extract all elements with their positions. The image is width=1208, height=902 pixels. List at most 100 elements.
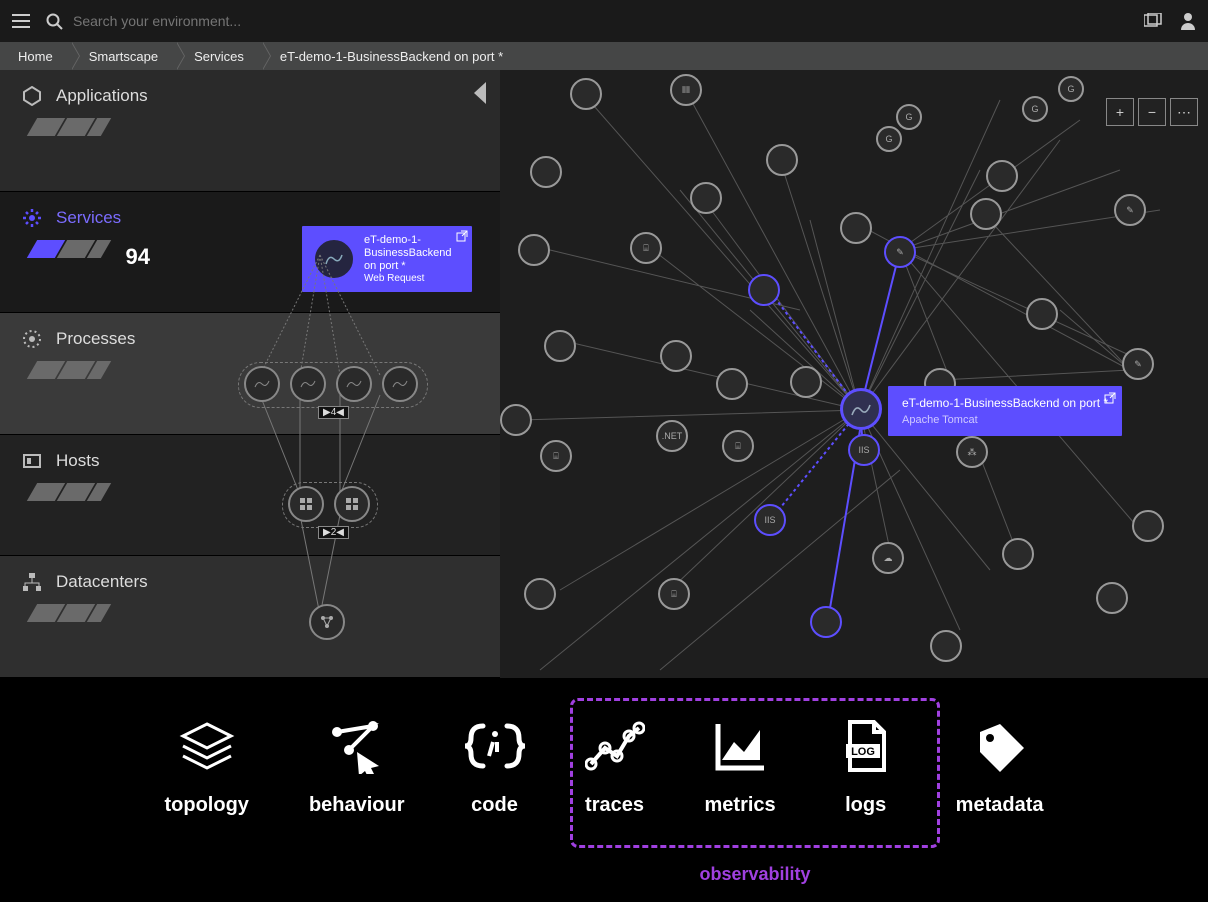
layer-services[interactable]: Services 94 eT-demo-1-BusinessBackend on…	[0, 192, 500, 314]
graph-node-tomcat[interactable]	[1026, 298, 1058, 330]
dock-logs[interactable]: LOG logs	[836, 718, 896, 817]
graph-node-g[interactable]: G	[876, 126, 902, 152]
graph-node-iis-highlight[interactable]: IIS	[848, 434, 880, 466]
graph-node-tomcat[interactable]	[766, 144, 798, 176]
breadcrumb-home[interactable]: Home	[0, 42, 71, 70]
collapse-arrow-icon[interactable]	[474, 82, 486, 104]
dock-behaviour[interactable]: behaviour	[309, 718, 405, 817]
graph-node-highlight[interactable]: ✎	[884, 236, 916, 268]
graph-node-tomcat[interactable]	[530, 156, 562, 188]
dock-label: code	[471, 794, 518, 817]
process-count-badge: ▶4◀	[318, 406, 349, 419]
dock-label: topology	[165, 794, 249, 817]
graph-node-selected[interactable]	[840, 388, 882, 430]
graph-node-g[interactable]: G	[896, 104, 922, 130]
graph-node[interactable]	[500, 404, 532, 436]
graph-node-db[interactable]: ⌸	[722, 430, 754, 462]
graph-node-tomcat[interactable]	[1132, 510, 1164, 542]
dock-metrics[interactable]: metrics	[705, 718, 776, 817]
dock-topology[interactable]: topology	[165, 718, 249, 817]
code-icon	[465, 718, 525, 774]
graph-node-tomcat[interactable]	[986, 160, 1018, 192]
graph-node-cloud[interactable]: ☁	[872, 542, 904, 574]
graph-node-tomcat-highlight[interactable]	[810, 606, 842, 638]
tooltip-title: eT-demo-1-BusinessBackend on port *	[902, 396, 1108, 410]
graph-node-tomcat-highlight[interactable]	[748, 274, 780, 306]
graph-node[interactable]: ✎	[1122, 348, 1154, 380]
dock-label: metrics	[705, 794, 776, 817]
graph-node-tomcat[interactable]	[716, 368, 748, 400]
graph-node-db[interactable]: ⌸	[540, 440, 572, 472]
layer-count: 94	[126, 244, 150, 270]
tooltip-subtitle: Apache Tomcat	[902, 414, 1108, 426]
breadcrumb-smartscape[interactable]: Smartscape	[71, 42, 176, 70]
process-node[interactable]	[244, 366, 280, 402]
gear-icon	[22, 208, 42, 228]
graph-node-tomcat[interactable]	[518, 234, 550, 266]
layer-label: Applications	[56, 86, 148, 106]
layer-datacenters[interactable]: Datacenters	[0, 556, 500, 678]
dock-label: traces	[585, 794, 644, 817]
bottom-dock: topology behaviour code traces metrics L…	[0, 678, 1208, 902]
process-node[interactable]	[336, 366, 372, 402]
process-icon	[22, 329, 42, 349]
dock-code[interactable]: code	[465, 718, 525, 817]
layer-label: Hosts	[56, 451, 99, 471]
chart-icon	[710, 718, 770, 774]
layers-icon	[177, 718, 237, 774]
menu-icon[interactable]	[12, 14, 30, 28]
graph-node-tomcat[interactable]	[524, 578, 556, 610]
log-file-icon: LOG	[836, 718, 896, 774]
host-icon	[22, 451, 42, 471]
user-icon[interactable]	[1180, 12, 1196, 30]
zoom-out-button[interactable]: −	[1138, 98, 1166, 126]
layer-label: Datacenters	[56, 572, 148, 592]
graph-node-tomcat[interactable]	[660, 340, 692, 372]
graph-node-tomcat[interactable]	[790, 366, 822, 398]
graph-node[interactable]: ✎	[1114, 194, 1146, 226]
open-icon[interactable]	[1104, 392, 1116, 404]
host-node[interactable]	[334, 486, 370, 522]
graph-node-tomcat[interactable]	[690, 182, 722, 214]
zoom-in-button[interactable]: +	[1106, 98, 1134, 126]
breadcrumb-services[interactable]: Services	[176, 42, 262, 70]
graph-node-tomcat[interactable]	[840, 212, 872, 244]
process-node[interactable]	[290, 366, 326, 402]
layer-stripe	[27, 483, 147, 501]
topology-graph[interactable]: ⦀⦀ ⌸ ⌸ ⌸ .NET ⌸ IIS ☁ ⁂ ✎ ✎ ✎ IIS G G	[500, 70, 1208, 678]
search-icon[interactable]	[46, 13, 63, 30]
search-input[interactable]	[73, 13, 1128, 29]
dock-metadata[interactable]: metadata	[956, 718, 1044, 817]
layer-hosts[interactable]: Hosts	[0, 435, 500, 557]
datacenter-node[interactable]	[309, 604, 345, 640]
process-node[interactable]	[382, 366, 418, 402]
graph-node-iis-highlight[interactable]: IIS	[754, 504, 786, 536]
graph-node-tomcat[interactable]	[970, 198, 1002, 230]
layer-applications[interactable]: Applications	[0, 70, 500, 192]
topbar	[0, 0, 1208, 42]
tooltip-subtitle: Web Request	[364, 273, 462, 284]
layer-stripe	[27, 604, 147, 622]
dock-traces[interactable]: traces	[585, 718, 645, 817]
host-node[interactable]	[288, 486, 324, 522]
graph-node[interactable]: ⁂	[956, 436, 988, 468]
graph-node[interactable]: ⦀⦀	[670, 74, 702, 106]
graph-node-tomcat[interactable]	[1002, 538, 1034, 570]
graph-node-tomcat[interactable]	[544, 330, 576, 362]
open-icon[interactable]	[456, 230, 468, 242]
layer-label: Processes	[56, 329, 135, 349]
dock-label: logs	[845, 794, 886, 817]
breadcrumb-current[interactable]: eT-demo-1-BusinessBackend on port *	[262, 42, 521, 70]
graph-node-db[interactable]: ⌸	[658, 578, 690, 610]
dashboards-icon[interactable]	[1144, 13, 1162, 29]
graph-node-db[interactable]: ⌸	[630, 232, 662, 264]
graph-node-tomcat[interactable]	[570, 78, 602, 110]
dock-label: metadata	[956, 794, 1044, 817]
graph-node-g[interactable]: G	[1022, 96, 1048, 122]
more-button[interactable]: ⋯	[1170, 98, 1198, 126]
svg-text:LOG: LOG	[851, 746, 875, 758]
graph-node-dotnet[interactable]: .NET	[656, 420, 688, 452]
graph-node-tomcat[interactable]	[1096, 582, 1128, 614]
graph-node-g[interactable]: G	[1058, 76, 1084, 102]
graph-node-tomcat[interactable]	[930, 630, 962, 662]
